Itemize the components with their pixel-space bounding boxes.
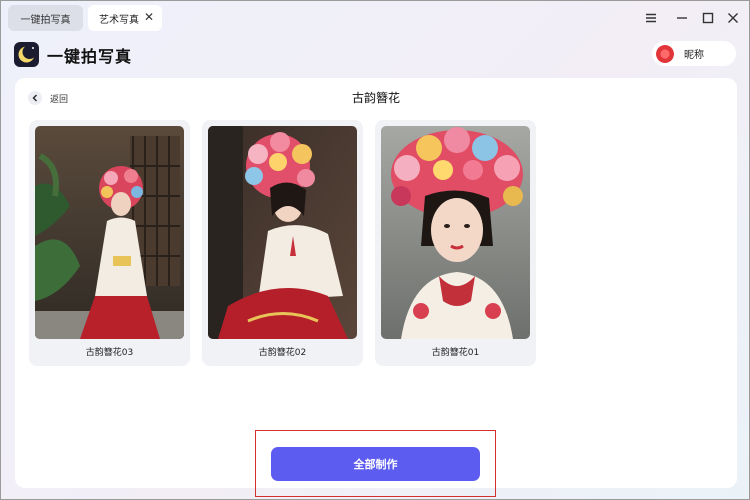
menu-icon[interactable]	[644, 10, 658, 24]
portrait-image	[381, 126, 530, 339]
page-title: 古韵簪花	[351, 91, 400, 105]
tab-art-portrait[interactable]: 艺术写真 ✕	[88, 5, 162, 31]
make-all-button[interactable]: 全部制作	[271, 447, 480, 481]
app-title: 一键拍写真	[47, 47, 133, 66]
tab-close-icon[interactable]: ✕	[143, 11, 155, 23]
style-card-03[interactable]: 古韵簪花03	[29, 120, 190, 366]
portrait-image	[35, 126, 184, 339]
close-icon[interactable]	[726, 10, 740, 24]
card-label: 古韵簪花01	[431, 348, 480, 358]
card-label: 古韵簪花03	[85, 348, 134, 358]
maximize-icon[interactable]	[701, 10, 715, 24]
style-card-02[interactable]: 古韵簪花02	[202, 120, 363, 366]
main-panel: 返回 古韵簪花 古韵簪花03 古韵簪花02 古韵簪花01 全部制作	[15, 78, 737, 488]
user-profile-button[interactable]: 昵称	[652, 41, 736, 66]
moon-logo-icon	[14, 42, 39, 67]
tab-label: 一键拍写真	[20, 14, 71, 26]
portrait-image	[208, 126, 357, 339]
tab-one-click-portrait[interactable]: 一键拍写真	[8, 5, 83, 31]
user-nickname: 昵称	[684, 50, 704, 61]
minimize-icon[interactable]	[675, 10, 689, 24]
tab-label: 艺术写真	[99, 14, 139, 26]
card-label: 古韵簪花02	[258, 348, 307, 358]
flower-avatar-icon	[656, 44, 674, 63]
style-card-01[interactable]: 古韵簪花01	[375, 120, 536, 366]
tab-bar: 一键拍写真 艺术写真 ✕	[1, 1, 750, 35]
